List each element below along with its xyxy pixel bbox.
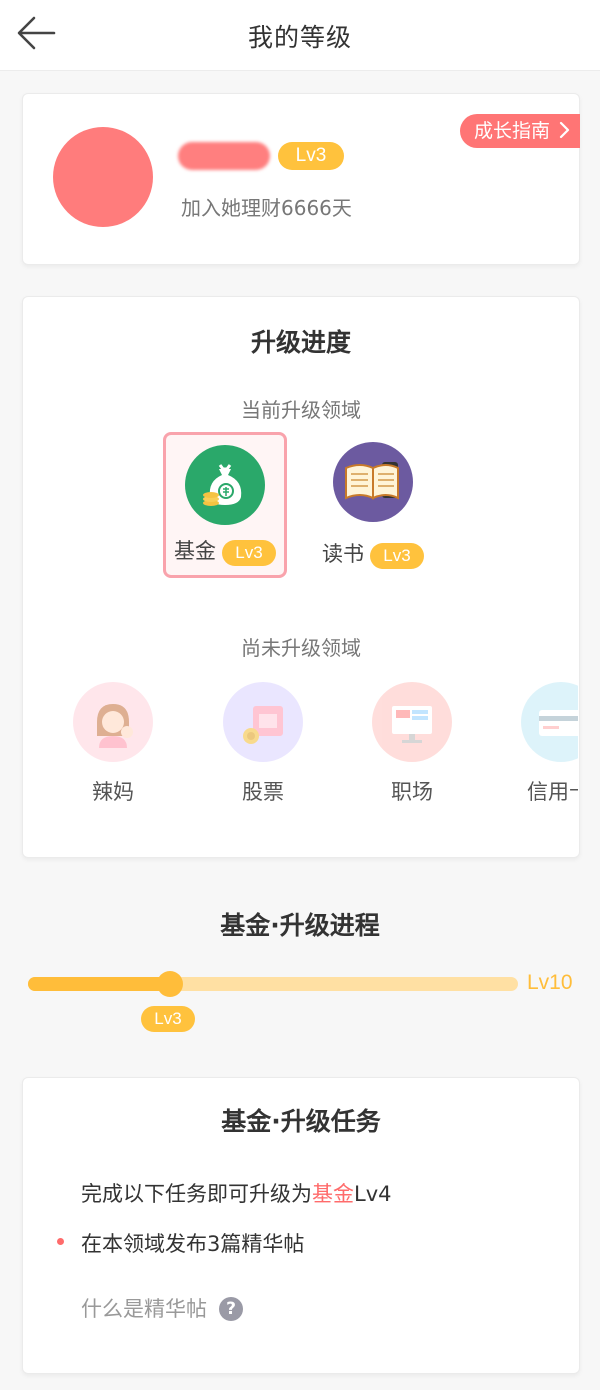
progress-fill	[28, 977, 171, 991]
domain-stocks[interactable]: 股票	[213, 682, 313, 806]
growth-guide-button[interactable]: 成长指南	[459, 114, 580, 148]
task-intro-text: 完成以下任务即可升级为	[81, 1182, 312, 1206]
current-level-badge: Lv3	[141, 1006, 195, 1032]
profile-card: Lv3 加入她理财6666天 成长指南	[22, 93, 580, 265]
question-circle-icon: ?	[219, 1297, 243, 1321]
page-title: 我的等级	[247, 23, 352, 52]
domain-label: 股票	[242, 780, 284, 804]
domain-label: 职场	[391, 780, 433, 804]
username-redacted	[178, 142, 270, 170]
upgrade-progress-card: 升级进度 当前升级领域 基金 Lv3 读书 Lv3 尚未升级领域 辣妈 股票 职…	[22, 296, 580, 858]
domain-mom[interactable]: 辣妈	[63, 682, 163, 806]
domain-label: 读书	[322, 542, 364, 566]
level-badge: Lv3	[278, 142, 344, 170]
level-badge: Lv3	[370, 543, 424, 569]
upgrade-tasks-card: 基金·升级任务 完成以下任务即可升级为基金Lv4 在本领域发布3篇精华帖 什么是…	[22, 1077, 580, 1374]
domain-label: 基金	[174, 539, 216, 563]
open-book-icon	[333, 442, 413, 522]
credit-card-icon	[521, 682, 578, 762]
max-level-label: Lv10	[527, 971, 573, 994]
domain-fund[interactable]: 基金 Lv3	[163, 432, 287, 578]
task-intro-level: Lv4	[354, 1182, 392, 1206]
domain-reading[interactable]: 读书 Lv3	[313, 442, 433, 569]
chevron-right-icon	[559, 121, 570, 139]
task-item: 在本领域发布3篇精华帖	[81, 1232, 305, 1256]
progress-thumb	[157, 971, 184, 997]
current-domains-label: 当前升级领域	[241, 398, 361, 422]
domain-label: 辣妈	[92, 780, 134, 804]
task-intro-domain: 基金	[312, 1182, 354, 1206]
monitor-icon	[372, 682, 452, 762]
section-title: 基金·升级任务	[221, 1107, 381, 1136]
level-badge: Lv3	[222, 540, 276, 566]
top-bar: 我的等级	[0, 0, 600, 71]
domain-label: 信用卡	[527, 780, 578, 804]
progress-track-title: 基金·升级进程	[220, 911, 380, 940]
growth-guide-label: 成长指南	[473, 120, 550, 142]
pending-domains-label: 尚未升级领域	[241, 636, 361, 660]
join-duration: 加入她理财6666天	[181, 196, 352, 220]
task-intro: 完成以下任务即可升级为基金Lv4	[81, 1178, 392, 1208]
money-bag-icon	[185, 445, 265, 525]
level-progress-bar	[28, 971, 518, 997]
avatar[interactable]	[53, 127, 153, 227]
bullet-dot	[57, 1238, 64, 1245]
domain-career[interactable]: 职场	[362, 682, 462, 806]
section-title: 升级进度	[250, 328, 351, 357]
mother-child-icon	[73, 682, 153, 762]
faq-label: 什么是精华帖	[81, 1297, 207, 1321]
domain-credit-card[interactable]: 信用卡	[510, 682, 578, 806]
stock-coins-icon	[223, 682, 303, 762]
essence-post-help-link[interactable]: 什么是精华帖?	[81, 1293, 243, 1323]
